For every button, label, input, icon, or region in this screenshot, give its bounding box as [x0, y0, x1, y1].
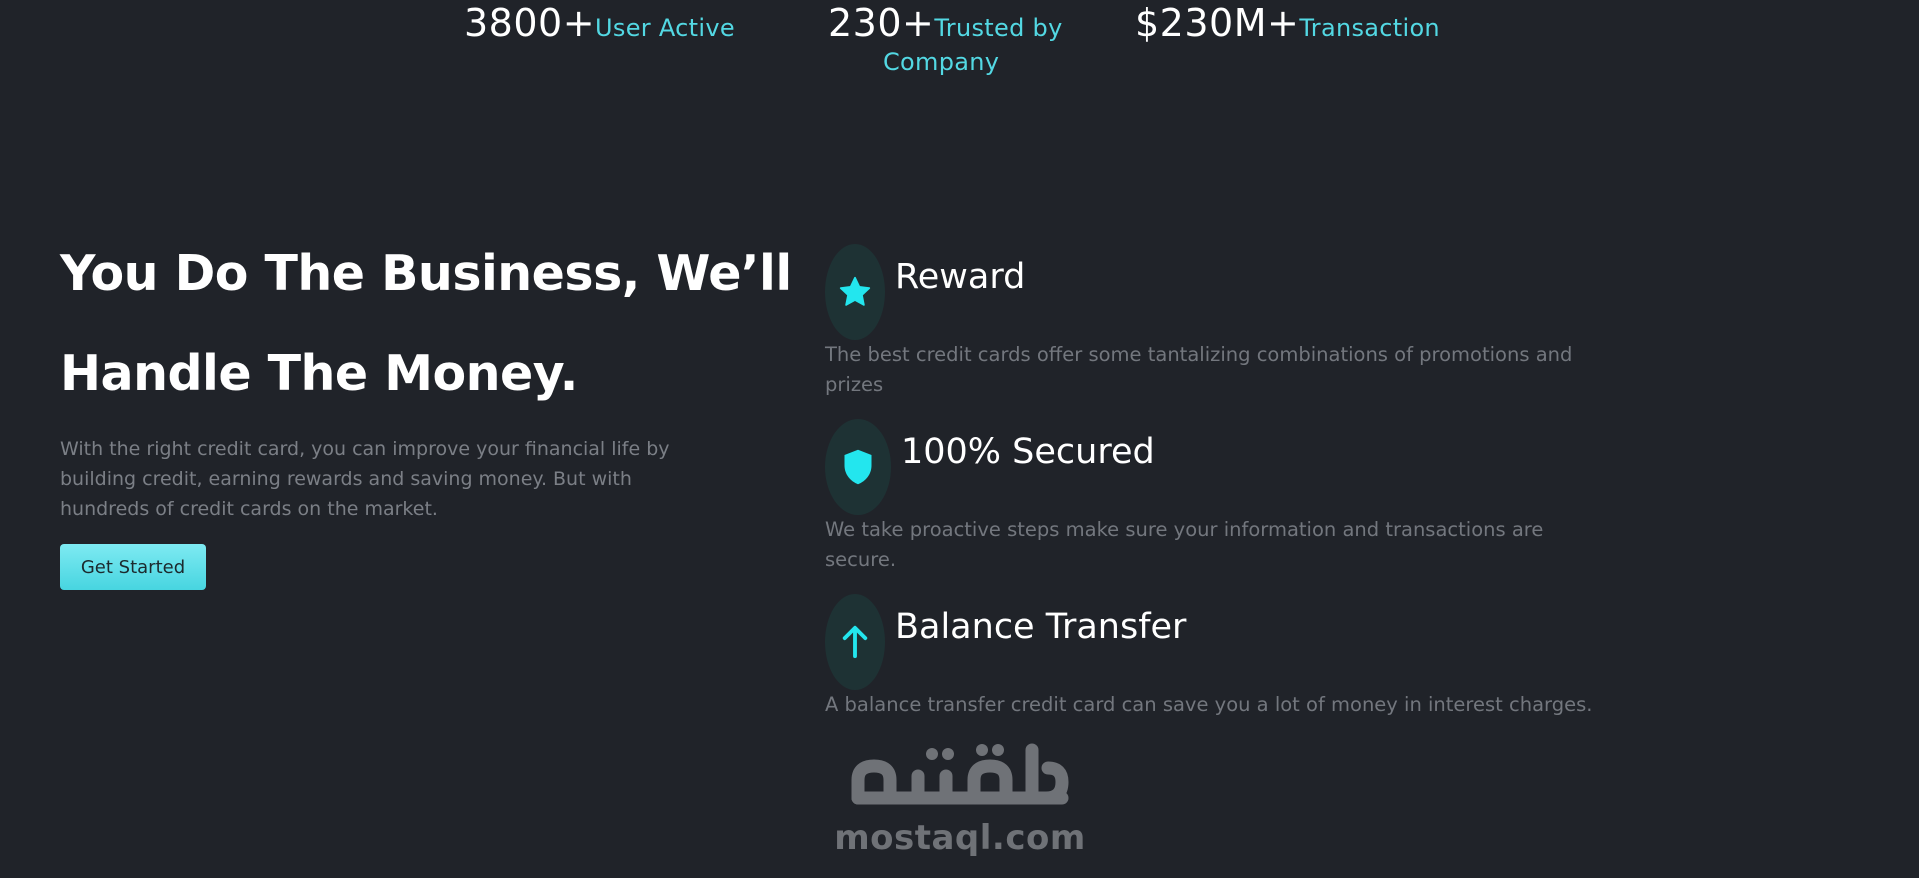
feature-title: Balance Transfer	[895, 607, 1187, 647]
hero-heading-line2: Handle The Money.	[60, 345, 578, 402]
mostaql-logo-icon	[851, 743, 1069, 805]
stat-number: $230M+	[1135, 1, 1300, 45]
star-icon	[825, 244, 885, 340]
feature-description: A balance transfer credit card can save …	[825, 693, 1593, 716]
shield-icon	[825, 419, 891, 515]
feature-title: 100% Secured	[901, 432, 1155, 472]
stat-number: 3800+	[464, 1, 596, 45]
feature-description: We take proactive steps make sure your i…	[825, 518, 1544, 571]
feature-title: Reward	[895, 257, 1026, 297]
get-started-button[interactable]: Get Started	[60, 544, 206, 590]
feature-description: The best credit cards offer some tantali…	[825, 343, 1573, 396]
hero-heading-line1: You Do The Business, We’ll	[60, 245, 792, 302]
mostaql-watermark: mostaql.com	[830, 740, 1090, 860]
stat-transactions: $230M+Transaction	[1135, 0, 1440, 48]
stat-trusted-company: 230+Trusted by Company	[828, 0, 1088, 78]
hero-heading: You Do The Business, We’ll Handle The Mo…	[60, 224, 792, 424]
stat-users-active: 3800+User Active	[464, 0, 735, 48]
stat-label: Transaction	[1299, 14, 1440, 42]
hero-description: With the right credit card, you can impr…	[60, 438, 670, 520]
stat-number: 230+	[828, 1, 935, 45]
stat-label-line2: Company	[883, 48, 1000, 76]
watermark-text: mostaql.com	[834, 818, 1086, 858]
stat-label: User Active	[595, 14, 735, 42]
stat-label: Trusted by	[934, 14, 1063, 42]
arrow-up-icon	[825, 594, 885, 690]
